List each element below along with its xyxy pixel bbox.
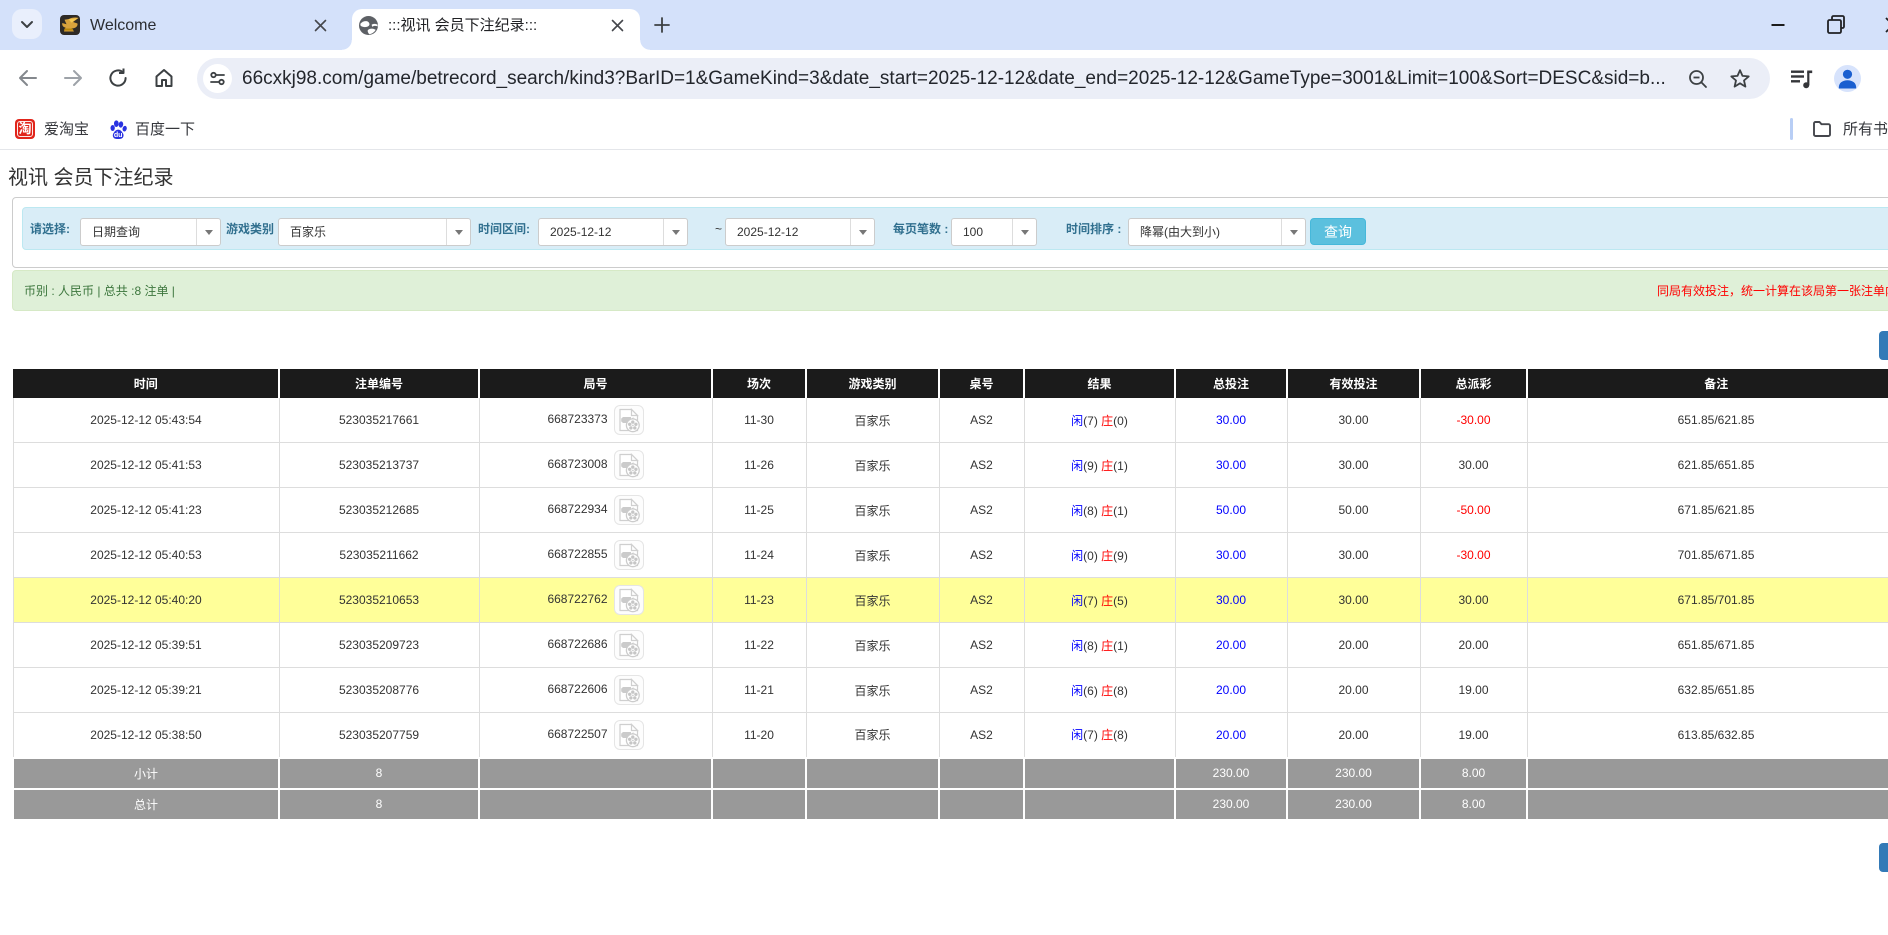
svg-text:du: du <box>114 131 123 139</box>
